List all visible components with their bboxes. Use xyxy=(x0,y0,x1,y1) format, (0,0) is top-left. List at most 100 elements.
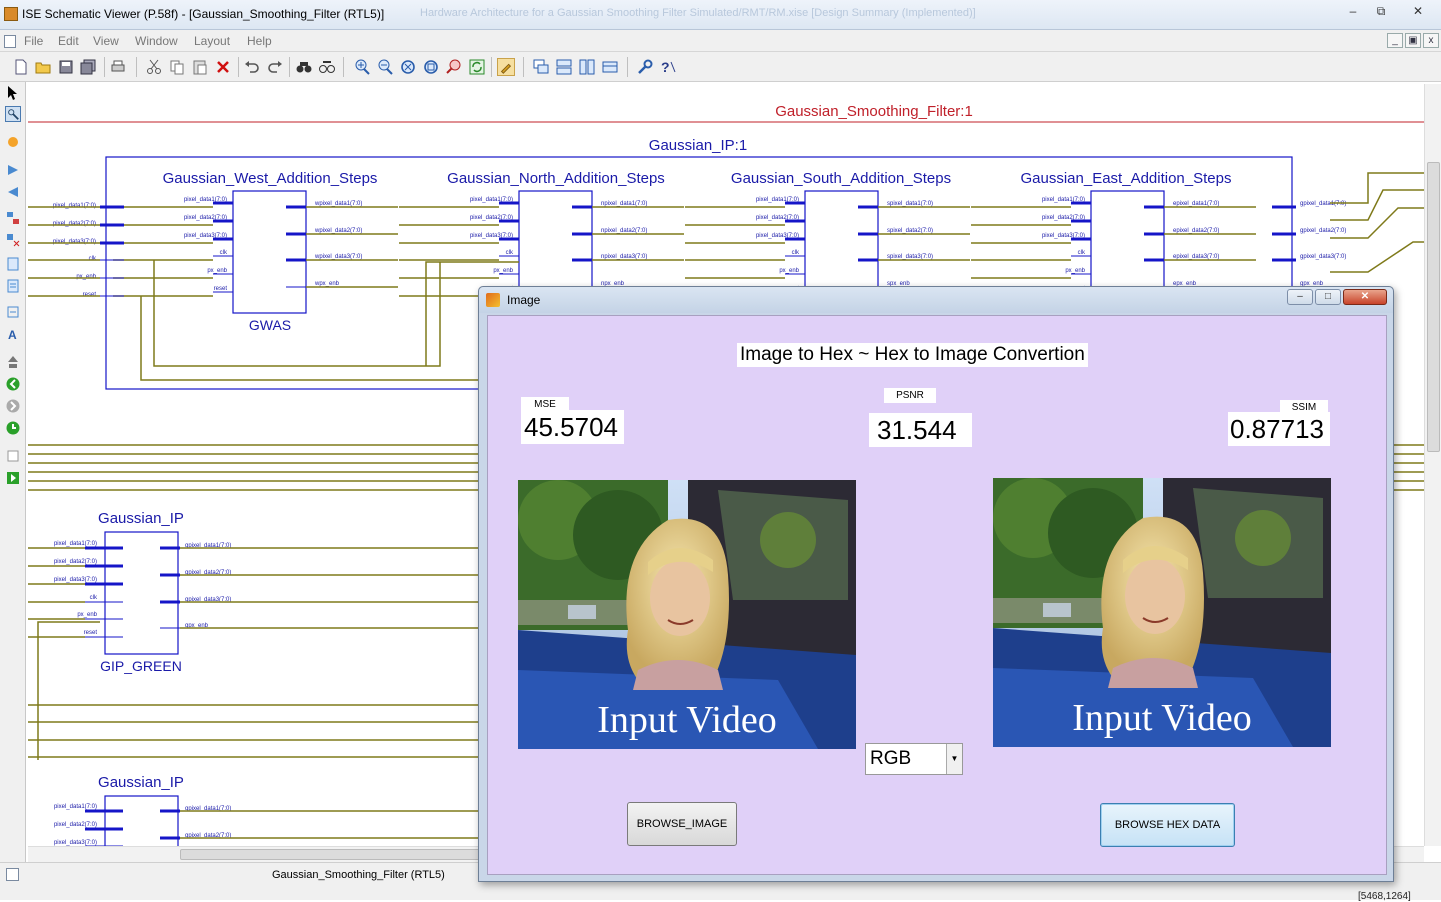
ip-output-label: gpixel_data3(7:0) xyxy=(1300,254,1346,260)
pin-label: pixel_data2(7:0) xyxy=(756,215,799,221)
dialog-minimize-button[interactable]: – xyxy=(1287,289,1313,305)
close-button[interactable]: ✕ xyxy=(1404,2,1432,20)
ip-input-label: px_enb xyxy=(76,274,96,280)
dialog-maximize-button[interactable]: □ xyxy=(1315,289,1341,305)
dialog-heading: Image to Hex ~ Hex to Image Convertion xyxy=(737,343,1088,367)
bus-icon[interactable] xyxy=(5,278,21,294)
pin-label: px_enb xyxy=(77,612,97,618)
instance-icon[interactable] xyxy=(5,448,21,464)
save-all-icon[interactable] xyxy=(79,58,97,76)
browse-image-button[interactable]: BROWSE_IMAGE xyxy=(627,802,737,846)
left-image-caption: Input Video xyxy=(597,699,777,741)
new-file-icon[interactable] xyxy=(12,58,30,76)
dialog-titlebar: Image – □ ✕ xyxy=(479,287,1393,313)
refresh-icon[interactable] xyxy=(468,58,486,76)
menu-layout[interactable]: Layout xyxy=(194,34,230,48)
select-tool-icon[interactable] xyxy=(5,84,21,100)
child-close-button[interactable]: x xyxy=(1423,33,1439,48)
browse-hex-data-button[interactable]: BROWSE HEX DATA xyxy=(1100,803,1235,847)
history-icon[interactable] xyxy=(5,420,21,436)
pin-label: px_enb xyxy=(207,268,227,274)
properties-icon[interactable] xyxy=(636,58,654,76)
zoom-out-icon[interactable] xyxy=(376,58,394,76)
ip-input-label: clk xyxy=(89,256,97,262)
chevron-down-icon[interactable]: ▼ xyxy=(946,744,962,774)
minimize-button[interactable]: – xyxy=(1339,2,1367,20)
svg-text:?: ? xyxy=(661,59,670,75)
add-symbol-icon[interactable] xyxy=(5,134,21,150)
pin-label: spixel_data2(7:0) xyxy=(887,228,933,234)
document-icon xyxy=(4,35,16,48)
cascade-icon[interactable] xyxy=(532,58,550,76)
go-forward-icon[interactable] xyxy=(5,398,21,414)
pin-label: npixel_data1(7:0) xyxy=(601,201,647,207)
maximize-button[interactable]: ⧉ xyxy=(1367,2,1395,20)
zoom-tool-icon[interactable] xyxy=(5,106,21,122)
psnr-value: 31.544 xyxy=(869,413,972,447)
delete-icon[interactable] xyxy=(214,58,232,76)
back-icon[interactable] xyxy=(5,184,21,200)
menu-view[interactable]: View xyxy=(93,34,119,48)
menu-window[interactable]: Window xyxy=(135,34,178,48)
print-icon[interactable] xyxy=(109,58,127,76)
find-next-icon[interactable] xyxy=(318,58,336,76)
child-restore-button[interactable]: ▣ xyxy=(1405,33,1421,48)
input-image-axes: Input Video xyxy=(518,480,856,749)
child-minimize-button[interactable]: _ xyxy=(1387,33,1403,48)
pin-label: pixel_data3(7:0) xyxy=(756,233,799,239)
menu-file[interactable]: File xyxy=(24,34,43,48)
dialog-client-area: Image to Hex ~ Hex to Image Convertion M… xyxy=(487,315,1387,875)
left-toolbar: A xyxy=(0,82,26,862)
io-marker-icon[interactable] xyxy=(5,304,21,320)
menu-help[interactable]: Help xyxy=(247,34,272,48)
horizontal-scroll-thumb[interactable] xyxy=(180,849,480,860)
pan-icon[interactable] xyxy=(497,58,515,76)
pin-label: pixel_data3(7:0) xyxy=(470,233,513,239)
block-title: Gaussian_East_Addition_Steps xyxy=(1021,170,1232,187)
ip-output-label: gpixel_data2(7:0) xyxy=(1300,228,1346,234)
zoom-area-icon[interactable] xyxy=(422,58,440,76)
tile-horizontal-icon[interactable] xyxy=(555,58,573,76)
go-back-icon[interactable] xyxy=(5,376,21,392)
forward-icon[interactable] xyxy=(5,162,21,178)
dialog-close-button[interactable]: ✕ xyxy=(1343,289,1387,305)
push-icon[interactable] xyxy=(5,354,21,370)
dialog-title: Image xyxy=(507,293,541,307)
output-image-axes: Input Video xyxy=(993,478,1331,747)
right-image-caption: Input Video xyxy=(1072,697,1252,739)
zoom-full-icon[interactable] xyxy=(399,58,417,76)
find-icon[interactable] xyxy=(295,58,313,76)
instance-label: GWAS xyxy=(249,317,291,333)
zoom-selected-icon[interactable] xyxy=(445,58,463,76)
hierarchy-icon[interactable] xyxy=(5,210,21,226)
copy-icon[interactable] xyxy=(168,58,186,76)
open-folder-icon[interactable] xyxy=(34,58,52,76)
pin-label: wpx_enb xyxy=(314,281,340,287)
color-mode-select[interactable]: RGB ▼ xyxy=(865,743,963,775)
help-icon[interactable]: ? xyxy=(659,58,677,76)
run-icon[interactable] xyxy=(5,470,21,486)
tile-vertical-icon[interactable] xyxy=(578,58,596,76)
vertical-scrollbar[interactable] xyxy=(1424,84,1441,846)
arrange-icon[interactable] xyxy=(601,58,619,76)
wire xyxy=(140,296,480,381)
zoom-in-icon[interactable] xyxy=(353,58,371,76)
paste-icon[interactable] xyxy=(191,58,209,76)
menubar: File Edit View Window Layout Help _ ▣ x xyxy=(0,30,1441,52)
pin-label: spixel_data1(7:0) xyxy=(887,201,933,207)
text-tool-icon[interactable]: A xyxy=(5,326,21,342)
gip-green-title: Gaussian_IP xyxy=(98,510,184,527)
window-title: ISE Schematic Viewer (P.58f) - [Gaussian… xyxy=(22,7,385,21)
pin-label: pixel_data3(7:0) xyxy=(184,233,227,239)
redo-icon[interactable] xyxy=(266,58,284,76)
pin-label: epixel_data2(7:0) xyxy=(1173,228,1219,234)
schematic-tab[interactable]: Gaussian_Smoothing_Filter (RTL5) xyxy=(272,869,445,881)
net-icon[interactable] xyxy=(5,256,21,272)
save-icon[interactable] xyxy=(57,58,75,76)
undo-icon[interactable] xyxy=(243,58,261,76)
cut-icon[interactable] xyxy=(145,58,163,76)
menu-edit[interactable]: Edit xyxy=(58,34,79,48)
vertical-scroll-thumb[interactable] xyxy=(1427,162,1440,452)
pin-icon[interactable] xyxy=(5,232,21,248)
pin-label: epixel_data3(7:0) xyxy=(1173,254,1219,260)
